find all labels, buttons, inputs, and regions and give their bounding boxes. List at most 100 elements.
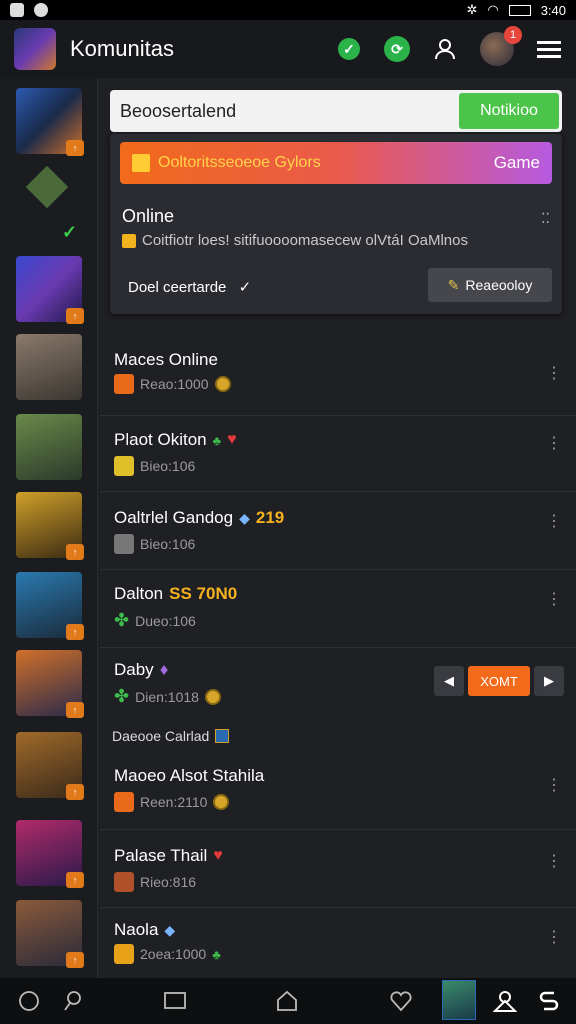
list-item[interactable]: Maces Online Reao:1000 ⋮ — [100, 336, 576, 416]
app-status-icon — [34, 3, 48, 17]
list-item[interactable]: Plaot Okiton ♣ ♥ Bieo:106 ⋮ — [100, 416, 576, 492]
mail-icon — [114, 792, 134, 812]
image-icon — [215, 729, 230, 743]
item-name: Dalton SS 70N0 — [114, 584, 237, 604]
item-name: Daby ♦ — [114, 660, 168, 680]
online-subtitle-text: Coitfiotr loes! sitifuoooomasecew olVtáI… — [142, 232, 468, 249]
top-app-bar: Komunitas ✓ ⟳ 1 — [0, 20, 576, 78]
coin-icon — [204, 688, 221, 705]
banner-text: Ooltoritsseoeoe Gylors — [158, 154, 321, 171]
list-item[interactable]: Naola ◆ 2oea:1000 ♣ ⋮ — [100, 908, 576, 978]
profile-icon[interactable] — [432, 36, 458, 62]
notify-button[interactable]: Notikioo — [459, 93, 559, 129]
sidebar-thumb-6[interactable]: ↑ — [16, 492, 84, 560]
notification-icon — [10, 3, 24, 17]
action-button[interactable]: XOMT — [468, 666, 530, 696]
bottom-nav — [0, 978, 576, 1024]
item-name: Maoeo Alsot Stahila — [114, 766, 264, 786]
gem-icon: ◆ — [239, 509, 250, 526]
sidebar-thumb-1[interactable]: ↑ — [16, 88, 84, 156]
sync-icon[interactable]: ⟳ — [384, 36, 410, 62]
decline-button[interactable]: Doel ceertarde ✓ — [128, 278, 251, 296]
more-icon[interactable]: ⋮ — [546, 514, 562, 530]
menu-icon[interactable] — [536, 36, 562, 62]
item-sub-text: 2oea:1000 — [140, 946, 207, 962]
battery-icon — [508, 4, 531, 16]
confirm-label: Reaeooloy — [465, 277, 533, 293]
item-name: Naola ◆ — [114, 920, 175, 940]
clover-icon: ♣ — [212, 946, 221, 962]
sidebar-thumb-7[interactable]: ↑ — [16, 572, 84, 640]
sidebar-thumb-11[interactable]: ↑ — [16, 900, 84, 968]
banner-cta[interactable]: Game — [494, 153, 540, 173]
more-icon[interactable]: ⋮ — [546, 778, 562, 794]
item-sub: Reao:1000 — [114, 374, 231, 394]
community-icon[interactable] — [492, 988, 518, 1014]
coin-icon — [214, 376, 231, 392]
settings-icon[interactable] — [536, 988, 562, 1014]
gem-icon: ◆ — [164, 921, 176, 938]
heart-icon: ♥ — [227, 431, 237, 448]
item-sub: Reen:2110 — [114, 792, 230, 812]
list-item[interactable]: Oaltrlel Gandog ◆ 219 Bieo:106 ⋮ — [100, 492, 576, 570]
list-item[interactable]: Palase Thail ♥ Rieo:816 ⋮ — [100, 830, 576, 908]
more-icon[interactable]: ⋮ — [546, 366, 562, 382]
home-icon[interactable] — [274, 988, 300, 1014]
item-sub: Bieo:106 — [114, 456, 195, 476]
messages-icon[interactable] — [162, 988, 188, 1014]
status-bar: ✲ ◠ 3:40 — [0, 0, 576, 20]
sidebar-thumb-4[interactable] — [16, 334, 82, 400]
search-icon[interactable] — [60, 988, 86, 1014]
promo-banner[interactable]: Ooltoritsseoeoe Gylors Game — [120, 142, 552, 184]
clock: 3:40 — [540, 2, 566, 18]
online-status-icon[interactable]: ✓ — [336, 36, 362, 62]
sidebar-thumb-10[interactable]: ↑ — [16, 820, 84, 888]
level-badge: ↑ — [66, 952, 84, 968]
more-icon[interactable]: ⋮ — [546, 592, 562, 608]
level-badge: ↑ — [66, 308, 84, 324]
item-title: Palase Thail — [114, 846, 208, 865]
sidebar-thumb-5[interactable] — [16, 414, 82, 480]
sidebar-thumb-9[interactable]: ↑ — [16, 732, 84, 800]
more-icon[interactable]: ⋮ — [546, 436, 562, 452]
favorites-icon[interactable] — [388, 988, 414, 1014]
sidebar-thumb-8[interactable]: ↑ — [16, 650, 84, 718]
prev-button[interactable]: ◀ — [434, 666, 464, 696]
item-title: Dalton — [114, 584, 164, 603]
app-logo — [14, 28, 56, 70]
potion-icon: ♦ — [159, 660, 169, 679]
wifi-icon: ◠ — [487, 2, 499, 17]
list-item[interactable]: Maoeo Alsot Stahila Reen:2110 ⋮ — [100, 754, 576, 830]
more-icon[interactable]: ⁚⁚ — [541, 210, 550, 227]
chat-icon[interactable] — [16, 988, 42, 1014]
more-icon[interactable]: ⋮ — [546, 930, 562, 946]
folder-icon — [122, 233, 136, 248]
player-controls: ◀ XOMT ▶ — [434, 666, 564, 696]
item-badge: SS 70N0 — [169, 584, 238, 603]
next-button[interactable]: ▶ — [534, 666, 564, 696]
list-item[interactable]: Dalton SS 70N0 ✤ Dueo:106 ⋮ — [100, 570, 576, 648]
sidebar-thumb-2[interactable]: ✓ — [16, 164, 82, 242]
game-icon — [114, 456, 134, 476]
item-sub-text: Reao:1000 — [140, 376, 209, 392]
check-icon: ✓ — [62, 222, 78, 242]
mail-icon — [114, 944, 134, 964]
search-input[interactable]: Beoosertalend — [110, 101, 459, 122]
search-bar[interactable]: Beoosertalend Notikioo — [110, 90, 562, 132]
online-title: Online — [122, 206, 175, 226]
item-title: Maces Online — [114, 350, 218, 369]
main-content: Beoosertalend Notikioo Ooltoritsseoeoe G… — [100, 78, 576, 978]
confirm-button[interactable]: ✎ Reaeooloy — [428, 268, 552, 302]
level-badge: ↑ — [66, 872, 84, 888]
sidebar-thumb-3[interactable]: ↑ — [16, 256, 84, 324]
image-icon — [114, 534, 134, 554]
game-thumbnail[interactable] — [442, 980, 476, 1020]
clover-icon: ♣ — [212, 432, 222, 448]
item-title: Oaltrlel Gandog — [114, 508, 234, 527]
item-badge: 219 — [255, 508, 285, 527]
item-sub: ✤ Dueo:106 — [114, 610, 196, 631]
online-subtitle: Coitfiotr loes! sitifuoooomasecew olVtáI… — [122, 232, 468, 249]
avatar[interactable]: 1 — [480, 26, 522, 66]
more-icon[interactable]: ⋮ — [546, 854, 562, 870]
section-header-text: Daeooe Calrlad — [112, 728, 210, 744]
